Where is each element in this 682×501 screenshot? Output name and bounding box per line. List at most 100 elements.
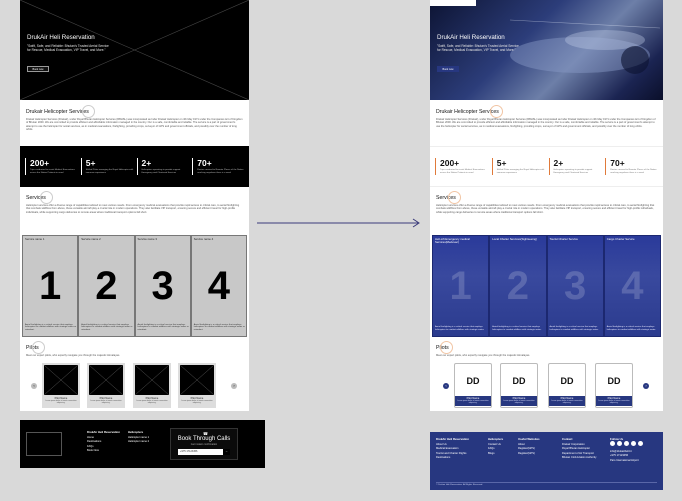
next-arrow-icon[interactable]: › — [231, 383, 237, 389]
pilot-photo-placeholder — [43, 364, 79, 396]
fn-about-section: Drukair Helicopter Services Drukair Heli… — [430, 100, 663, 146]
card-title: Service name 1 — [25, 237, 45, 241]
wf-pilot-card[interactable]: Pilot Name Lorem ipsum dolor sit amet con… — [87, 363, 125, 408]
fn-service-card[interactable]: Local Charter Services(Sightseeing) 2 Aeri… — [489, 235, 547, 337]
pilot-initials: DD — [598, 366, 630, 396]
card-title: Service name 4 — [193, 237, 214, 241]
fn-hero-title: DrukAir Heli Reservation — [437, 34, 505, 41]
wf-stat: 2+ Helicopters operating to provide suppo… — [136, 158, 191, 175]
pilot-desc: Lorem ipsum dolor sit amet consectetur a… — [598, 400, 630, 405]
linkedin-icon[interactable] — [638, 441, 643, 446]
fn-stat: 5+ Skilled Pilots managing the Royal Heli… — [491, 158, 547, 175]
card-desc: Aerial firefighting is a critical servic… — [606, 326, 656, 332]
footer-heading: Useful Websites — [518, 437, 540, 441]
phone-icon: ☎ — [203, 431, 208, 436]
fn-footer-col4: Contact Drukair Corporation Royal Bhutan… — [562, 437, 596, 461]
card-number: 4 — [207, 264, 230, 308]
fn-pilot-card[interactable]: DD Pilot Name Lorem ipsum dolor sit amet c… — [454, 363, 492, 408]
card-desc: Aerial firefighting is a critical servic… — [137, 323, 189, 332]
wf-service-card[interactable]: Service name 2 2 Aerial firefighting is a … — [78, 235, 135, 337]
fn-service-card[interactable]: Heli-Lift Emergency medical Services(Med… — [432, 235, 490, 337]
wf-hero-title: DrukAir Heli Reservation — [27, 34, 95, 41]
facebook-icon[interactable] — [610, 441, 615, 446]
pilot-desc: Lorem ipsum dolor sit amet consectetur a… — [503, 400, 535, 405]
prev-arrow-icon[interactable]: ‹ — [31, 383, 37, 389]
copyright-text: © Drukair Heli Reservation. All Rights R… — [436, 484, 483, 486]
stat-desc: Helicopters operating to provide support… — [553, 169, 593, 174]
footer-link[interactable]: Register(GPS) — [518, 452, 540, 457]
fn-book-now-button[interactable]: Book now — [437, 66, 459, 72]
book-subtitle: Get instant confirmation — [190, 443, 218, 446]
card-desc: Aerial firefighting is a critical servic… — [492, 326, 542, 332]
fn-service-card[interactable]: Tourist Charter Service 3 Aerial firefight… — [546, 235, 604, 337]
wf-service-card[interactable]: Service name 3 3 Aerial firefighting is a … — [134, 235, 191, 337]
pilot-photo-placeholder — [179, 364, 215, 396]
footer-heading: DrukAir Heli Reservation — [436, 437, 469, 441]
footer-link[interactable]: Bhutan Civil Aviation Authority — [562, 456, 596, 461]
pilot-desc: Lorem ipsum dolor sit amet consectetur a… — [136, 400, 168, 405]
wf-stats: 200+ Trips conducted to assist Medical Ev… — [20, 146, 249, 187]
stat-number: 5+ — [85, 158, 96, 169]
wf-services-title: Services — [26, 195, 46, 201]
fn-pilot-card[interactable]: DD Pilot Name Lorem ipsum dolor sit amet c… — [500, 363, 538, 408]
footer-link[interactable]: Destinations — [436, 456, 469, 461]
footer-link[interactable]: Blogs — [488, 452, 503, 457]
next-arrow-icon[interactable]: › — [643, 383, 649, 389]
footer-address: Paro International Airport — [610, 458, 639, 462]
instagram-icon[interactable] — [617, 441, 622, 446]
wf-footer-col1: DrukAir Heli Reservation Home Destinatio… — [87, 430, 120, 454]
fn-footer: DrukAir Heli Reservation About Us Medica… — [430, 432, 663, 490]
wf-pilot-carousel: ‹ Pilot Name Lorem ipsum dolor sit amet c… — [20, 361, 249, 411]
wf-book-now-button[interactable]: Book now — [27, 66, 49, 72]
phone-field[interactable]: +975 17123456 → — [178, 449, 230, 455]
pilot-initials: DD — [457, 366, 489, 396]
prev-arrow-icon[interactable]: ‹ — [443, 383, 449, 389]
fn-helicopter-icon — [440, 341, 453, 354]
phone-number: +975 17123456 — [180, 450, 198, 453]
fn-pilots-section: Pilots Meet our expert pilots, who exper… — [430, 337, 663, 361]
fn-services-text: Helicopter services offer a diverse rang… — [436, 204, 655, 214]
card-number: 3 — [151, 264, 174, 308]
card-number: 2 — [506, 264, 529, 308]
wf-service-card[interactable]: Service name 4 4 Aerial firefighting is a … — [190, 235, 247, 337]
fn-service-card[interactable]: Cargo Charter Service 4 Aerial firefightin… — [603, 235, 661, 337]
wf-hero: DrukAir Heli Reservation "Swift, Safe, a… — [20, 0, 249, 100]
footer-heading: Contact — [562, 437, 573, 441]
wf-services-section: Services Helicopter services offer a div… — [20, 187, 249, 235]
wf-pilots-title: Pilots — [26, 345, 39, 351]
call-icon[interactable]: → — [223, 449, 230, 455]
wf-pilot-card[interactable]: Pilot Name Lorem ipsum dolor sit amet con… — [178, 363, 216, 408]
final-page: DrukAir Heli Reservation "Swift, Safe, a… — [430, 0, 663, 411]
fn-stat: 200+ Trips conducted to assist Medical Ev… — [435, 158, 490, 175]
stat-desc: Routes covered to Remote Places of the N… — [610, 169, 657, 174]
twitter-icon[interactable] — [624, 441, 629, 446]
fn-helicopter-icon — [490, 105, 503, 118]
stat-desc: Trips conducted to assist Medical Evacua… — [30, 169, 75, 174]
fn-service-cards: Heli-Lift Emergency medical Services(Med… — [432, 235, 661, 337]
wf-pilot-card[interactable]: Pilot Name Lorem ipsum dolor sit amet con… — [42, 363, 80, 408]
pilot-initials: DD — [503, 366, 535, 396]
pilot-desc: Lorem ipsum dolor sit amet consectetur a… — [551, 400, 583, 405]
footer-heading: Helicopters — [488, 437, 504, 441]
footer-link[interactable]: Helicopter name 2 — [128, 440, 149, 445]
youtube-icon[interactable] — [631, 441, 636, 446]
card-desc: Aerial firefighting is a critical servic… — [435, 326, 485, 332]
wf-footer-logo-placeholder — [26, 432, 62, 456]
fn-services-title: Services — [436, 195, 456, 201]
wf-pilots-section: Pilots Meet our expert pilots, who exper… — [20, 337, 249, 361]
pilot-initials: DD — [551, 366, 583, 396]
fn-pilots-title: Pilots — [436, 345, 449, 351]
fn-footer-col1: DrukAir Heli Reservation About Us Medica… — [436, 437, 469, 461]
wf-stat: 5+ Skilled Pilots managing the Royal Heli… — [80, 158, 135, 175]
wf-pilot-card[interactable]: Pilot Name Lorem ipsum dolor sit amet con… — [133, 363, 171, 408]
fn-pilot-card[interactable]: DD Pilot Name Lorem ipsum dolor sit amet c… — [548, 363, 586, 408]
wf-service-card[interactable]: Service name 1 1 Aerial firefighting is a … — [22, 235, 79, 337]
fn-about-text: Drukair Helicopter Services (Drukair), u… — [436, 118, 656, 128]
logo[interactable] — [430, 0, 476, 6]
footer-heading: Helicopters — [128, 430, 144, 434]
card-desc: Aerial firefighting is a critical servic… — [81, 323, 133, 332]
fn-stat: 70+ Routes covered to Remote Places of th… — [605, 158, 660, 175]
footer-link[interactable]: Book Now — [87, 449, 120, 454]
fn-pilot-card[interactable]: DD Pilot Name Lorem ipsum dolor sit amet c… — [595, 363, 633, 408]
wf-stat: 70+ Routes covered to Remote Places of th… — [192, 158, 246, 175]
